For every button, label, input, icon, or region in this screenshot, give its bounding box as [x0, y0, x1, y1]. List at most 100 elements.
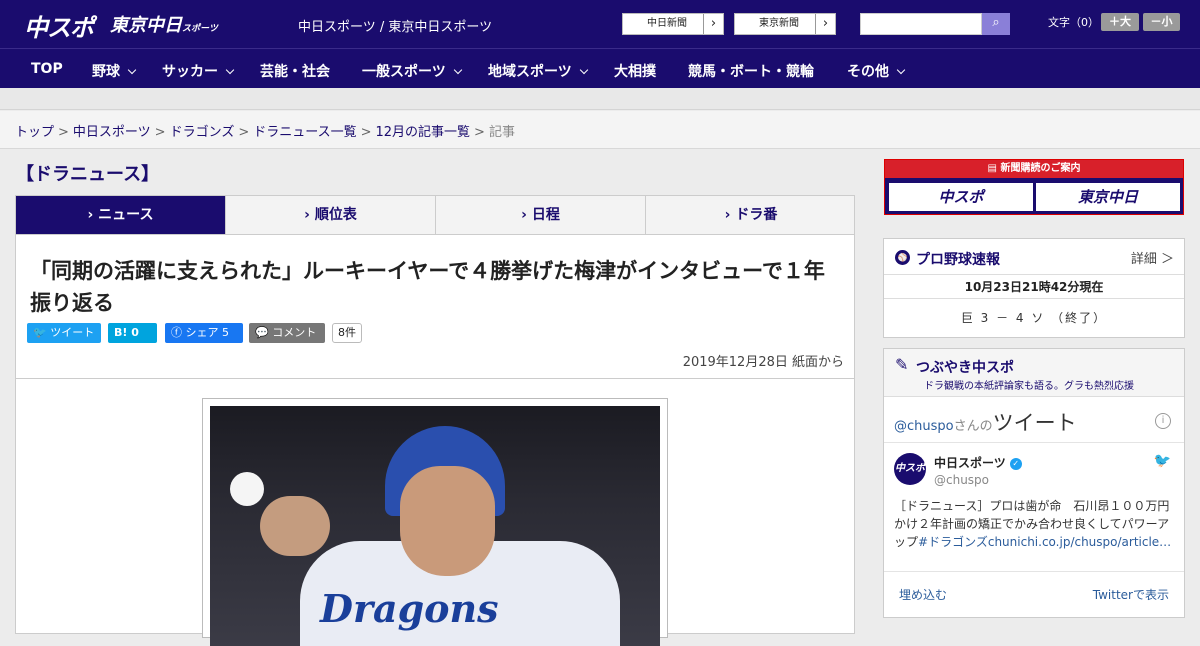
account-name[interactable]: 中日スポーツ ✓: [934, 454, 1022, 471]
photo-face: [400, 466, 495, 576]
breadcrumb-current: 記事: [488, 125, 515, 140]
tokyo-shimbun-label: 東京新聞: [759, 18, 799, 29]
tab-news[interactable]: › ニュース: [16, 196, 226, 242]
tweet-button[interactable]: 🐦 ツイート: [27, 323, 101, 343]
nav-label: TOP: [31, 61, 63, 77]
breadcrumb-link[interactable]: ドラニュース一覧: [253, 125, 356, 140]
comment-count[interactable]: 8件: [332, 323, 362, 343]
chevron-down-icon: [896, 65, 906, 75]
tab-label: ニュース: [98, 207, 154, 223]
nav-label: 野球: [92, 64, 120, 80]
article-headline: 「同期の活躍に支えられた」ルーキーイヤーで４勝挙げた梅津がインタビューで１年振り…: [30, 259, 825, 315]
nav-sumo[interactable]: 大相撲: [614, 61, 656, 81]
article-photo-frame: Dragons: [202, 398, 668, 646]
twitter-widget-title: つぶやき中スポ: [916, 360, 1014, 376]
search-button[interactable]: ⌕: [982, 13, 1010, 35]
nav-other[interactable]: その他: [847, 61, 906, 81]
twitter-bird-icon[interactable]: 🐦: [1154, 453, 1171, 469]
nav-label: その他: [847, 64, 889, 80]
hatena-bookmark-button[interactable]: B! 0: [108, 323, 157, 343]
nav-label: 一般スポーツ: [362, 64, 446, 80]
nav-entertainment[interactable]: 芸能・社会: [260, 61, 330, 81]
nav-soccer[interactable]: サッカー: [162, 61, 235, 81]
tokyo-chunichi-logo[interactable]: 東京中日スポーツ: [110, 11, 218, 37]
nav-label: 大相撲: [614, 64, 656, 80]
score-timestamp: 10月23日21時42分現在: [884, 275, 1184, 299]
font-size-label: 文字（0）: [1048, 16, 1099, 29]
score-detail-link[interactable]: 詳細 ＞: [1131, 248, 1174, 267]
hatena-count: 0: [131, 326, 139, 339]
baseball-score-box: ⚾ プロ野球速報 詳細 ＞ 10月23日21時42分現在 巨 3 － 4 ソ （…: [883, 238, 1185, 338]
tweet-text: ［ドラニュース］プロは歯が命 石川昂１００万円かけ２年計画の矯正でかみ合わせ良く…: [894, 497, 1178, 551]
top-header: 中スポ 東京中日スポーツ 中日スポーツ / 東京中日スポーツ 中日新聞 › 東京新…: [0, 0, 1200, 48]
subscription-header: ▤ 新聞購読のご案内: [885, 160, 1183, 178]
nav-keiba[interactable]: 競馬・ボート・競輪: [688, 61, 814, 81]
nav-top[interactable]: TOP: [31, 61, 63, 77]
baseball-icon: ⚾: [895, 250, 910, 265]
tab-schedule[interactable]: › 日程: [436, 196, 646, 234]
info-icon[interactable]: i: [1155, 413, 1171, 429]
newspaper-icon: ▤: [987, 163, 997, 174]
twitter-widget-header: ✎ つぶやき中スポ ドラ観戦の本紙評論家も語る。グラも熱烈応援: [884, 349, 1184, 397]
divider: [884, 571, 1184, 572]
breadcrumb-link[interactable]: トップ: [15, 125, 54, 140]
tab-standings[interactable]: › 順位表: [226, 196, 436, 234]
tab-label: ドラ番: [735, 207, 778, 223]
tweets-by-word: ツイート: [992, 411, 1077, 435]
tweets-by-connector: さんの: [953, 419, 993, 434]
tokyo-logo-small: スポーツ: [182, 24, 218, 34]
chevron-down-icon: [453, 65, 462, 75]
tokyo-logo-text: 東京中日: [110, 15, 182, 36]
tab-label: 順位表: [314, 207, 357, 223]
score-line[interactable]: 巨 3 － 4 ソ （終了）: [884, 299, 1184, 337]
nav-baseball[interactable]: 野球: [92, 61, 137, 81]
font-smaller-button[interactable]: －小: [1143, 13, 1180, 31]
main-nav: TOP 野球 サッカー 芸能・社会 一般スポーツ 地域スポーツ 大相撲 競馬・ボ…: [0, 48, 1200, 88]
twitter-bird-icon: 🐦: [33, 326, 47, 339]
fb-count: 5: [222, 326, 229, 339]
view-on-twitter-link[interactable]: Twitterで表示: [1093, 586, 1169, 603]
breadcrumb-separator: >: [474, 125, 485, 140]
tab-dora-ban[interactable]: › ドラ番: [646, 196, 856, 234]
ad-strip: [0, 88, 1200, 110]
chuspo-logo[interactable]: 中スポ: [24, 8, 94, 43]
tab-bar: › ニュース › 順位表 › 日程 › ドラ番: [15, 195, 856, 242]
embed-link[interactable]: 埋め込む: [899, 586, 947, 603]
nav-label: サッカー: [162, 64, 218, 80]
breadcrumb-separator: >: [360, 125, 372, 140]
site-link[interactable]: 中日スポーツ / 東京中日スポーツ: [298, 16, 492, 35]
pen-icon: ✎: [895, 355, 909, 374]
subscribe-tokyo-button[interactable]: 東京中日: [1036, 183, 1180, 211]
breadcrumb-separator: >: [238, 125, 250, 140]
score-title: プロ野球速報: [916, 252, 1000, 268]
avatar[interactable]: 中スポ: [894, 453, 926, 485]
font-larger-button[interactable]: ＋大: [1101, 13, 1139, 31]
account-handle[interactable]: @chuspo: [934, 473, 989, 487]
tokyo-shimbun-button[interactable]: 東京新聞 ›: [734, 13, 836, 35]
nav-label: 芸能・社会: [260, 64, 330, 80]
score-header: ⚾ プロ野球速報 詳細 ＞: [884, 239, 1184, 275]
breadcrumb-link[interactable]: 中日スポーツ: [73, 125, 151, 140]
divider: [16, 378, 854, 379]
nav-label: 競馬・ボート・競輪: [688, 64, 814, 80]
tab-label: 日程: [531, 207, 560, 223]
chunichi-shimbun-button[interactable]: 中日新聞 ›: [622, 13, 724, 35]
comment-button[interactable]: 💬 コメント: [249, 323, 325, 343]
breadcrumb: トップ > 中日スポーツ > ドラゴンズ > ドラニュース一覧 >12月の記事一覧 > 記事: [15, 121, 515, 140]
article-photo[interactable]: Dragons: [210, 406, 660, 646]
user-handle-link[interactable]: @chuspo: [894, 419, 954, 434]
breadcrumb-link[interactable]: ドラゴンズ: [170, 125, 235, 140]
hashtag-link[interactable]: #ドラゴンズ: [918, 535, 988, 549]
tweet-url-link[interactable]: chunichi.co.jp/chuspo/article…: [988, 535, 1171, 549]
subscribe-chuspo-button[interactable]: 中スポ: [889, 183, 1033, 211]
nav-label: 地域スポーツ: [488, 64, 572, 80]
account-name-label: 中日スポーツ: [934, 456, 1006, 470]
search-input[interactable]: [860, 13, 982, 35]
facebook-share-button[interactable]: ⓕ シェア 5: [165, 323, 243, 343]
nav-regional-sports[interactable]: 地域スポーツ: [488, 61, 588, 81]
breadcrumb-link[interactable]: 12月の記事一覧: [376, 125, 471, 140]
photo-hand: [260, 496, 330, 556]
subscription-header-label: 新聞購読のご案内: [1000, 163, 1081, 174]
subscription-banner: ▤ 新聞購読のご案内 中スポ 東京中日: [884, 159, 1184, 215]
nav-general-sports[interactable]: 一般スポーツ: [362, 61, 462, 81]
